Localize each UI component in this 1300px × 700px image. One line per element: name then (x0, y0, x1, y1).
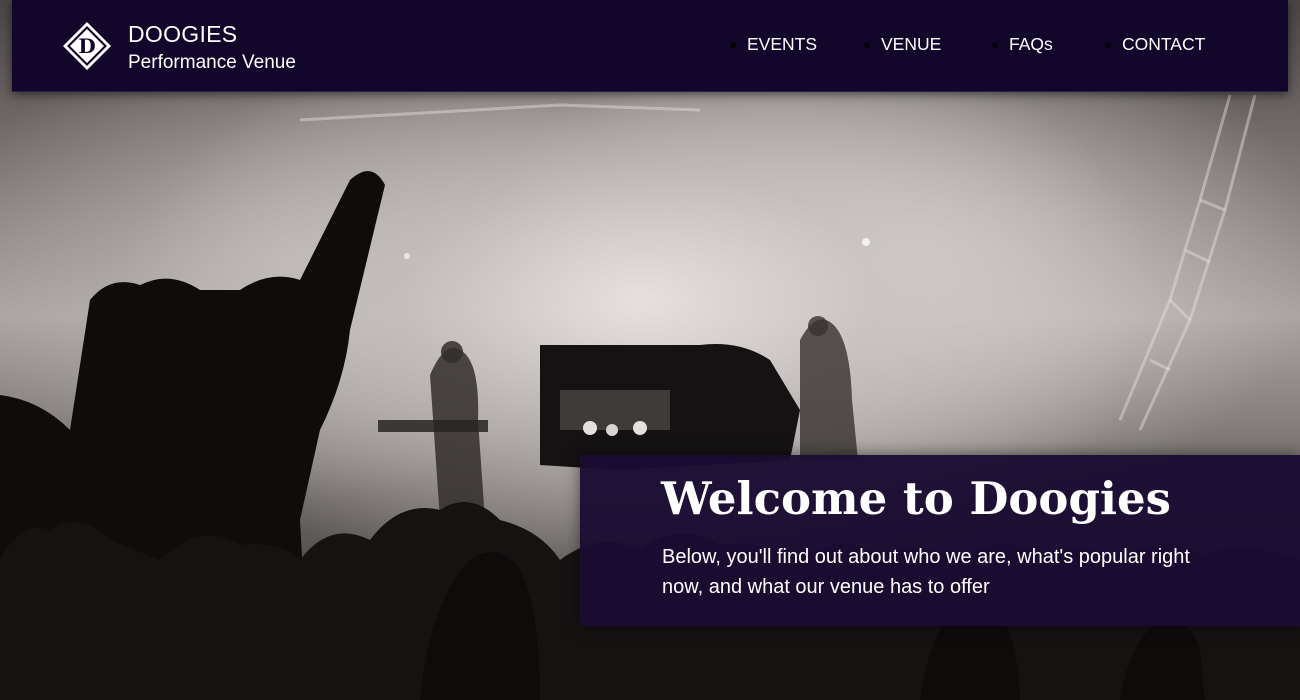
brand-name[interactable]: DOOGIES (128, 20, 237, 48)
bullet-icon (730, 41, 736, 48)
page: D DOOGIES Performance Venue EVENTS VENUE… (0, 0, 1300, 700)
bullet-icon (992, 41, 998, 48)
bullet-icon (864, 41, 870, 48)
bullet-icon (1105, 41, 1111, 48)
nav-item-label: VENUE (881, 34, 942, 54)
nav-item-events[interactable]: EVENTS (730, 34, 817, 55)
welcome-text: Below, you'll find out about who we are,… (662, 546, 1190, 598)
brand-subtitle: Performance Venue (128, 52, 296, 73)
nav-item-label: EVENTS (747, 34, 818, 54)
site-header: D DOOGIES Performance Venue EVENTS VENUE… (12, 0, 1288, 92)
logo-letter: D (78, 34, 95, 58)
welcome-panel: Welcome to Doogies Below, you'll find ou… (580, 455, 1300, 626)
nav-item-label: CONTACT (1122, 34, 1206, 54)
nav-item-label: FAQs (1009, 34, 1053, 54)
nav-item-contact[interactable]: CONTACT (1105, 34, 1205, 55)
logo-icon[interactable]: D (62, 21, 112, 71)
welcome-title: Welcome to Doogies (661, 472, 1171, 525)
nav-item-faqs[interactable]: FAQs (992, 34, 1053, 55)
nav-item-venue[interactable]: VENUE (864, 34, 941, 55)
